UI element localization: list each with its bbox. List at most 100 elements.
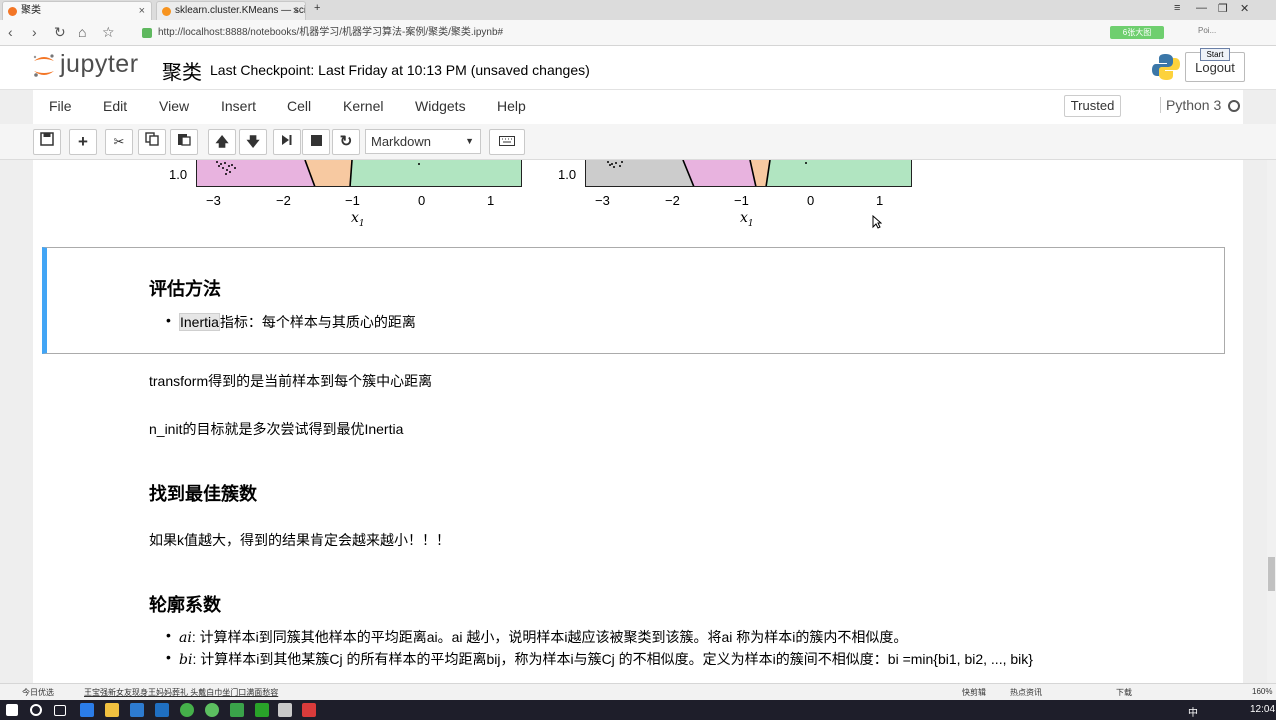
- paste-button[interactable]: [170, 129, 198, 155]
- kernel-status-icon: [1228, 100, 1240, 112]
- region-green: [350, 160, 521, 186]
- app-icon[interactable]: [130, 703, 144, 717]
- menu-icon[interactable]: ≡: [1174, 2, 1180, 14]
- move-down-button[interactable]: 🡇: [239, 129, 267, 155]
- forward-icon[interactable]: ›: [32, 24, 37, 40]
- back-icon[interactable]: ‹: [8, 24, 13, 40]
- interrupt-button[interactable]: [302, 129, 330, 155]
- search-field[interactable]: Poi...: [1198, 26, 1222, 40]
- bi-symbol: bi: [179, 652, 193, 668]
- plot-right-axes: [585, 160, 912, 187]
- scrollbar-thumb[interactable]: [1268, 557, 1275, 591]
- reload-icon[interactable]: ↻: [54, 24, 66, 41]
- plot-right-ytick: 1.0: [558, 167, 577, 182]
- statusbar-clip[interactable]: 快剪辑: [962, 687, 986, 698]
- kernel-name: Python 3: [1160, 97, 1221, 113]
- cell-type-select[interactable]: Markdown ▼: [365, 129, 481, 154]
- menu-widgets[interactable]: Widgets: [415, 98, 466, 114]
- insert-cell-button[interactable]: +: [69, 129, 97, 155]
- statusbar-zoom[interactable]: 160%: [1252, 687, 1272, 696]
- menu-insert[interactable]: Insert: [221, 98, 256, 114]
- minimize-icon[interactable]: —: [1196, 2, 1207, 14]
- url-field[interactable]: http://localhost:8888/notebooks/机器学习/机器学…: [140, 24, 1100, 42]
- close-tab-icon[interactable]: ×: [139, 2, 145, 20]
- statusbar-download[interactable]: 下载: [1116, 687, 1132, 698]
- menu-help[interactable]: Help: [497, 98, 526, 114]
- mouse-cursor-icon: [872, 215, 882, 229]
- arrow-up-icon: 🡅: [215, 134, 229, 149]
- maximize-icon[interactable]: ❐: [1218, 2, 1228, 15]
- trusted-indicator[interactable]: Trusted: [1064, 95, 1121, 117]
- task-view-icon[interactable]: [54, 705, 66, 716]
- plot-right-xtick: 0: [807, 193, 815, 208]
- save-button[interactable]: [33, 129, 61, 155]
- silhouette-heading: 轮廓系数: [149, 595, 221, 615]
- restart-button[interactable]: ↻: [332, 129, 360, 155]
- tab-sklearn[interactable]: sklearn.cluster.KMeans — sci ×: [156, 1, 306, 20]
- xlabel-sub: 1: [747, 218, 754, 229]
- menu-cell[interactable]: Cell: [287, 98, 311, 114]
- save-icon: [40, 132, 54, 146]
- menu-view[interactable]: View: [159, 98, 189, 114]
- paste-icon: [178, 134, 191, 146]
- plot-left-axes: [196, 160, 522, 187]
- menu-edit[interactable]: Edit: [103, 98, 127, 114]
- app2-icon[interactable]: [230, 703, 244, 717]
- bullet-icon: •: [166, 627, 171, 643]
- jupyter-logo-icon[interactable]: [32, 53, 56, 79]
- plot-right-xlabel: x1: [740, 210, 754, 229]
- tab-notebook[interactable]: 聚类 ×: [2, 1, 152, 20]
- notebook-name[interactable]: 聚类: [162, 56, 202, 85]
- region-green: [766, 160, 911, 186]
- command-palette-button[interactable]: [489, 129, 525, 155]
- move-up-button[interactable]: 🡅: [208, 129, 236, 155]
- plot-right-xtick: −1: [734, 193, 749, 208]
- wechat-icon[interactable]: [205, 703, 219, 717]
- run-button[interactable]: [273, 129, 301, 155]
- new-tab-icon[interactable]: +: [314, 2, 320, 14]
- plot-left-xlabel: x1: [351, 210, 365, 229]
- statusbar-deals[interactable]: 今日优选: [22, 687, 54, 698]
- bullet-icon: •: [166, 312, 171, 328]
- address-bar: ‹ › ↻ ⌂ ☆ http://localhost:8888/notebook…: [0, 20, 1276, 46]
- menu-kernel[interactable]: Kernel: [343, 98, 383, 114]
- edge-icon[interactable]: [80, 703, 94, 717]
- ai-symbol: ai: [179, 630, 192, 646]
- eval-bullet-text: 指标：每个样本与其质心的距离: [219, 314, 416, 330]
- cell-type-value: Markdown: [371, 134, 431, 149]
- plot-right-regions: [586, 160, 911, 186]
- home-icon[interactable]: ⌂: [78, 24, 86, 40]
- secure-icon: [142, 28, 152, 38]
- bookmark-icon[interactable]: ☆: [102, 24, 115, 41]
- jupyter-logo-text[interactable]: jupyter: [60, 50, 139, 79]
- windows-start-icon[interactable]: [6, 704, 18, 716]
- plot-right-xtick: −3: [595, 193, 610, 208]
- app3-icon[interactable]: [255, 703, 269, 717]
- extension-badge[interactable]: 6张大图: [1110, 26, 1164, 39]
- explorer-icon[interactable]: [105, 703, 119, 717]
- start-button[interactable]: Start: [1200, 48, 1230, 61]
- clock[interactable]: 12:04: [1250, 704, 1275, 715]
- xlabel-main: x: [351, 210, 359, 226]
- checkpoint-status: Last Checkpoint: Last Friday at 10:13 PM…: [210, 62, 590, 78]
- xlabel-main: x: [740, 210, 748, 226]
- app5-icon[interactable]: [302, 703, 316, 717]
- cut-button[interactable]: ✂: [105, 129, 133, 155]
- search-icon[interactable]: [30, 704, 42, 716]
- browser-360-icon[interactable]: [180, 703, 194, 717]
- ai-bullet: ai: 计算样本i到同簇其他样本的平均距离ai。ai 越小，说明样本i越应该被聚…: [179, 627, 907, 647]
- statusbar-news-link[interactable]: 王宝强新女友现身王妈妈葬礼 头戴白巾坐门口满面愁容: [84, 687, 278, 698]
- close-window-icon[interactable]: ✕: [1240, 2, 1249, 15]
- menubar: File Edit View Insert Cell Kernel Widget…: [33, 90, 1243, 124]
- ime-indicator[interactable]: 中: [1188, 704, 1198, 719]
- mail-icon[interactable]: [155, 703, 169, 717]
- menu-file[interactable]: File: [49, 98, 72, 114]
- statusbar-hot[interactable]: 热点资讯: [1010, 687, 1042, 698]
- close-tab-icon[interactable]: ×: [293, 2, 299, 20]
- app4-icon[interactable]: [278, 703, 292, 717]
- scrollbar[interactable]: [1267, 160, 1276, 683]
- copy-button[interactable]: [138, 129, 166, 155]
- bi-bullet: bi: 计算样本i到其他某簇Cj 的所有样本的平均距离bij，称为样本i与簇Cj…: [179, 649, 1033, 669]
- jupyter-favicon-icon: [8, 7, 17, 16]
- transform-paragraph: transform得到的是当前样本到每个簇中心距离: [149, 373, 433, 389]
